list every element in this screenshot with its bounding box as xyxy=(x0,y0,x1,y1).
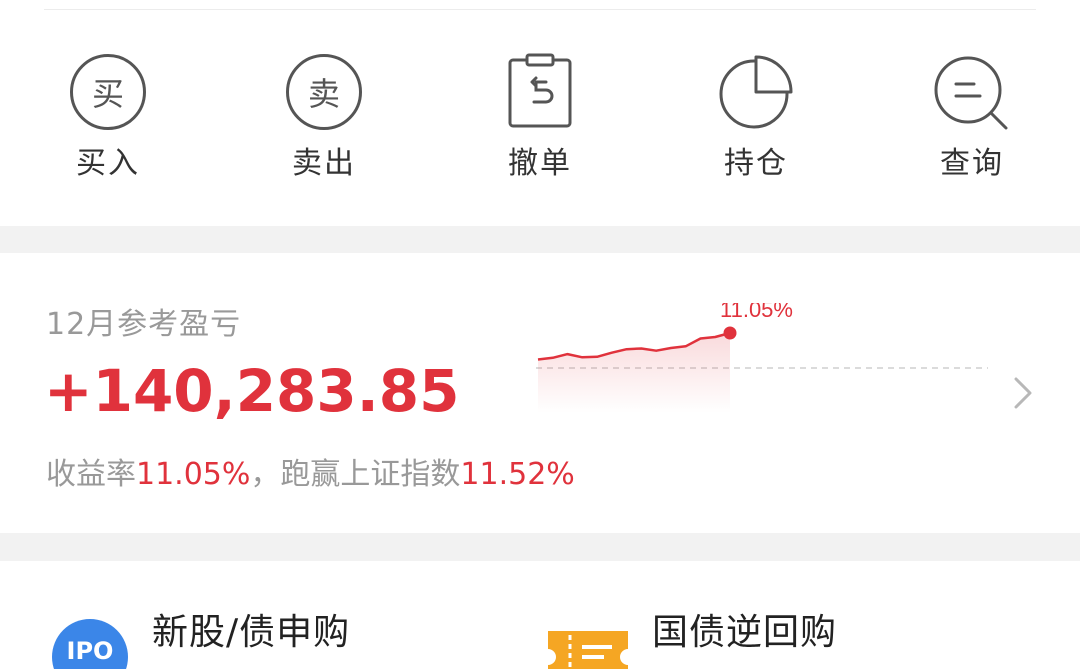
buy-button[interactable]: 买 买入 xyxy=(23,52,193,192)
cancel-order-button[interactable]: 撤单 xyxy=(455,52,625,192)
sell-circle-icon: 卖 xyxy=(284,52,364,132)
cancel-order-label: 撤单 xyxy=(508,146,572,181)
treasury-repo-label: 国债逆回购 xyxy=(652,612,838,653)
services-panel: IPO 新股/债申购 国债逆回购 xyxy=(0,561,1080,669)
beat-index-value: 11.52% xyxy=(460,457,575,492)
beat-index-label: 跑赢上证指数 xyxy=(280,457,461,492)
buy-circle-icon: 买 xyxy=(68,52,148,132)
return-value: 11.05% xyxy=(136,457,251,492)
sell-button[interactable]: 卖 卖出 xyxy=(239,52,409,192)
profit-title: 12月参考盈亏 xyxy=(46,307,242,342)
ticket-icon xyxy=(548,631,628,669)
query-label: 查询 xyxy=(940,146,1004,181)
clipboard-undo-icon xyxy=(508,53,572,128)
monthly-profit-card[interactable]: 12月参考盈亏 +140,283.85 收益率11.05%，跑赢上证指数11.5… xyxy=(0,253,1080,533)
pie-chart-icon xyxy=(719,55,793,129)
query-button[interactable]: 查询 xyxy=(887,52,1057,192)
sparkline-end-point xyxy=(723,326,737,340)
profit-summary: 收益率11.05%，跑赢上证指数11.52% xyxy=(46,449,575,493)
positions-button[interactable]: 持仓 xyxy=(671,52,841,192)
divider xyxy=(44,9,1036,10)
buy-label: 买入 xyxy=(76,146,140,181)
trade-actions-panel: 买 买入 卖 卖出 撤单 持仓 查询 xyxy=(0,0,1080,226)
trading-home: 买 买入 卖 卖出 撤单 持仓 查询 12月参考盈亏 +140,283.85 收… xyxy=(0,0,1080,669)
profit-sparkline: 11.05% xyxy=(536,303,988,413)
treasury-repo-entry[interactable]: 国债逆回购 xyxy=(0,561,836,669)
sparkline-area xyxy=(538,333,730,413)
positions-label: 持仓 xyxy=(724,146,788,181)
search-icon xyxy=(934,56,1008,130)
profit-amount: +140,283.85 xyxy=(44,357,460,425)
return-label: 收益率 xyxy=(46,457,136,492)
sparkline-end-label: 11.05% xyxy=(720,303,793,322)
separator: ， xyxy=(250,457,281,492)
sell-label: 卖出 xyxy=(292,146,356,181)
chevron-right-icon[interactable] xyxy=(1010,373,1036,413)
